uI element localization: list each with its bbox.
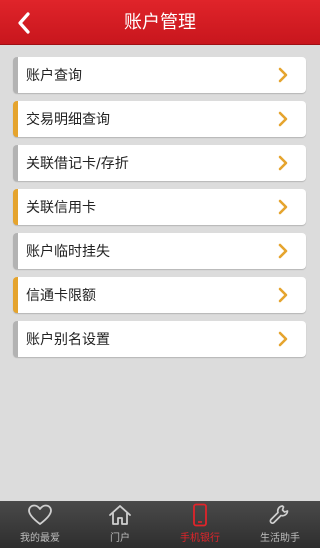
mobile-phone-icon <box>192 502 208 528</box>
menu-item-link-credit-card[interactable]: 关联信用卡 <box>13 189 306 225</box>
wrench-icon <box>268 502 292 528</box>
tab-label: 我的最爱 <box>20 533 60 544</box>
heart-icon <box>27 502 53 528</box>
chevron-right-icon <box>272 64 294 86</box>
header-bar: 账户管理 <box>0 0 320 45</box>
menu-item-label: 信通卡限额 <box>26 288 96 304</box>
menu-item-account-alias[interactable]: 账户别名设置 <box>13 321 306 357</box>
chevron-right-icon <box>272 196 294 218</box>
chevron-right-icon <box>272 240 294 262</box>
menu-item-label: 关联信用卡 <box>26 200 96 216</box>
menu-item-label: 交易明细查询 <box>26 112 110 128</box>
tab-mobile-banking[interactable]: 手机银行 <box>160 501 240 548</box>
tab-label: 手机银行 <box>180 533 220 544</box>
chevron-right-icon <box>272 108 294 130</box>
menu-item-label: 关联借记卡/存折 <box>26 156 129 172</box>
menu-item-link-debit-card[interactable]: 关联借记卡/存折 <box>13 145 306 181</box>
menu-item-label: 账户临时挂失 <box>26 244 110 260</box>
chevron-right-icon <box>272 152 294 174</box>
tab-favorites[interactable]: 我的最爱 <box>0 501 80 548</box>
menu-item-label: 账户别名设置 <box>26 332 110 348</box>
menu-item-account-query[interactable]: 账户查询 <box>13 57 306 93</box>
tab-portal[interactable]: 门户 <box>80 501 160 548</box>
chevron-right-icon <box>272 328 294 350</box>
page-title: 账户管理 <box>124 12 196 33</box>
tab-label: 门户 <box>110 533 130 544</box>
home-icon <box>108 502 132 528</box>
account-menu: 账户查询 交易明细查询 关联借记卡/存折 关联信用卡 账户临时挂失 信通卡限额 <box>13 57 306 365</box>
tab-life-assistant[interactable]: 生活助手 <box>240 501 320 548</box>
bottom-tab-bar: 我的最爱 门户 手机银行 生活助手 <box>0 501 320 548</box>
menu-item-label: 账户查询 <box>26 68 82 84</box>
menu-item-card-limit[interactable]: 信通卡限额 <box>13 277 306 313</box>
tab-label: 生活助手 <box>260 533 300 544</box>
menu-item-transaction-details[interactable]: 交易明细查询 <box>13 101 306 137</box>
chevron-right-icon <box>272 284 294 306</box>
menu-item-report-loss[interactable]: 账户临时挂失 <box>13 233 306 269</box>
